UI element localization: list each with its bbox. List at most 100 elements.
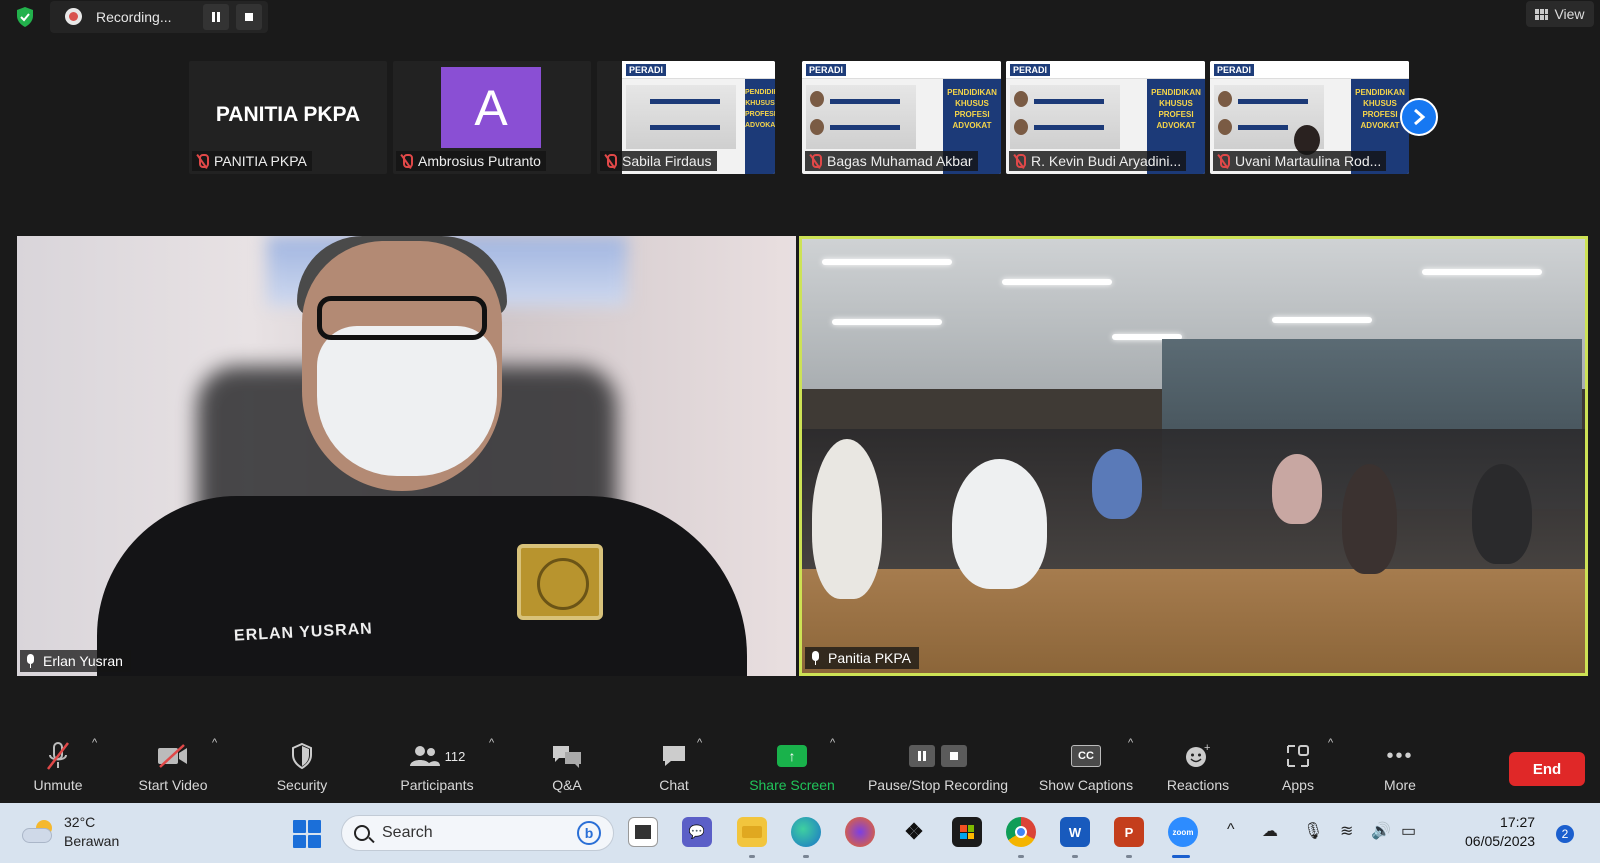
start-video-button[interactable]: Start Video	[132, 727, 214, 793]
qa-button[interactable]: Q&A	[531, 727, 603, 793]
stop-icon	[245, 13, 253, 21]
participant-name: Uvani Martaulina Rod...	[1235, 153, 1382, 169]
edge-browser-icon[interactable]	[791, 817, 821, 847]
more-dots-icon: •••	[1386, 744, 1414, 767]
audience-person	[1272, 454, 1322, 524]
search-placeholder: Search	[382, 824, 433, 841]
microsoft-store-icon[interactable]	[952, 817, 982, 847]
participant-name-tag: R. Kevin Budi Aryadini...	[1009, 151, 1187, 171]
grid-view-icon	[1535, 8, 1549, 20]
participant-name-tag: PANITIA PKPA	[192, 151, 312, 171]
wifi-icon[interactable]: ≋	[1340, 821, 1353, 841]
battery-icon[interactable]: ▭	[1401, 821, 1416, 841]
reactions-button[interactable]: + Reactions	[1160, 727, 1236, 793]
task-view-icon[interactable]	[628, 817, 658, 847]
captions-options-caret[interactable]: ^	[1128, 737, 1133, 749]
next-page-button[interactable]	[1400, 98, 1438, 136]
clock-time: 17:27	[1500, 814, 1536, 830]
start-video-label: Start Video	[138, 777, 208, 793]
participant-thumbnail[interactable]: PANITIA PKPA PANITIA PKPA	[189, 61, 387, 174]
mic-muted-icon	[400, 154, 413, 168]
participants-button[interactable]: 112 Participants	[392, 727, 482, 793]
meeting-controls-bar: Unmute ^ Start Video ^ Security 112 Part…	[0, 727, 1600, 803]
participants-options-caret[interactable]: ^	[489, 737, 494, 749]
top-bar: Recording... View	[0, 0, 1600, 34]
notification-badge[interactable]: 2	[1556, 825, 1574, 843]
apps-button[interactable]: Apps	[1262, 727, 1334, 793]
unmute-button[interactable]: Unmute	[22, 727, 94, 793]
video-off-icon	[158, 744, 187, 768]
shield-check-icon[interactable]	[14, 6, 36, 28]
participant-name-tag: Bagas Muhamad Akbar	[805, 151, 978, 171]
zoom-icon[interactable]: zoom	[1168, 817, 1198, 847]
chat-options-caret[interactable]: ^	[697, 737, 702, 749]
share-screen-icon: ↑	[777, 745, 807, 767]
reactions-label: Reactions	[1166, 777, 1230, 793]
end-meeting-button[interactable]: End	[1509, 752, 1585, 786]
windows-start-icon[interactable]	[293, 820, 321, 848]
partly-cloudy-icon	[22, 820, 56, 844]
apps-icon	[1287, 745, 1309, 767]
participant-thumbnail[interactable]: PERADI PENDIDIKAN KHUSUS PROFESI ADVOKAT…	[1006, 61, 1205, 174]
volume-icon[interactable]: 🔊	[1371, 821, 1391, 841]
powerpoint-icon[interactable]: P	[1114, 817, 1144, 847]
audience-person	[1472, 464, 1532, 564]
apps-options-caret[interactable]: ^	[1328, 737, 1333, 749]
firefox-icon[interactable]	[845, 817, 875, 847]
participant-display-name: PANITIA PKPA	[215, 103, 361, 126]
participant-thumbnail[interactable]: PERADI PENDIDIKAN KHUSUS PROFESI ADVOKAT…	[802, 61, 1001, 174]
participant-name-tag: Erlan Yusran	[20, 650, 131, 672]
participant-name-tag: Ambrosius Putranto	[396, 151, 546, 171]
recording-indicator: Recording...	[50, 1, 268, 33]
video-options-caret[interactable]: ^	[212, 737, 217, 749]
stop-recording-button[interactable]	[236, 4, 262, 30]
ceiling-light	[1002, 279, 1112, 285]
mic-muted-icon	[1217, 154, 1230, 168]
search-icon	[354, 825, 370, 841]
participants-label: Participants	[400, 777, 474, 793]
participants-count: 112	[444, 748, 466, 764]
participant-thumbnail[interactable]: PERADI PENDIDIKAN KHUSUS PROFESI ADVOKAT…	[597, 61, 775, 174]
file-explorer-icon[interactable]	[737, 817, 767, 847]
security-button[interactable]: Security	[266, 727, 338, 793]
participant-thumbnail[interactable]: A Ambrosius Putranto	[393, 61, 591, 174]
video-tile-panitia-pkpa[interactable]: Panitia PKPA	[799, 236, 1588, 676]
security-label: Security	[276, 777, 328, 793]
microphone-icon[interactable]: 🎙	[1303, 821, 1323, 841]
onedrive-icon[interactable]: ☁	[1262, 821, 1278, 841]
mic-icon	[811, 651, 820, 665]
chrome-icon[interactable]	[1006, 817, 1036, 847]
pause-icon	[909, 745, 935, 767]
dropbox-icon[interactable]: ❖	[899, 817, 929, 847]
weather-widget[interactable]: 32°C Berawan	[22, 813, 119, 851]
system-clock[interactable]: 17:27 06/05/2023	[1465, 813, 1535, 851]
pause-recording-button[interactable]	[203, 4, 229, 30]
participant-name: R. Kevin Budi Aryadini...	[1031, 153, 1182, 169]
pause-stop-recording-button[interactable]: Pause/Stop Recording	[858, 727, 1018, 793]
view-button[interactable]: View	[1526, 1, 1594, 27]
show-captions-button[interactable]: CC Show Captions	[1034, 727, 1138, 793]
bing-icon[interactable]: b	[577, 821, 601, 845]
share-screen-label: Share Screen	[749, 777, 835, 793]
participant-thumbnail[interactable]: PERADI PENDIDIKAN KHUSUS PROFESI ADVOKAT…	[1210, 61, 1409, 174]
chat-icon	[663, 746, 685, 766]
share-screen-button[interactable]: ↑ Share Screen	[742, 727, 842, 793]
participant-name-tag: Sabila Firdaus	[600, 151, 717, 171]
audience-person	[1342, 464, 1397, 574]
participant-name: Panitia PKPA	[828, 650, 912, 666]
share-options-caret[interactable]: ^	[830, 737, 835, 749]
qa-icon	[553, 746, 581, 768]
windows-taskbar: 32°C Berawan Search b 💬 ❖ W P zoom ^ ☁ 🎙…	[0, 803, 1600, 863]
audio-options-caret[interactable]: ^	[92, 737, 97, 749]
participant-name: Erlan Yusran	[43, 653, 123, 669]
show-hidden-icons-chevron-icon[interactable]: ^	[1227, 821, 1235, 839]
participant-name: Bagas Muhamad Akbar	[827, 153, 973, 169]
teams-chat-icon[interactable]: 💬	[682, 817, 712, 847]
recording-label: Recording...	[96, 9, 172, 25]
taskbar-search[interactable]: Search b	[341, 815, 614, 851]
clock-date: 06/05/2023	[1465, 833, 1536, 849]
poster-brand: PERADI	[1010, 64, 1051, 76]
word-icon[interactable]: W	[1060, 817, 1090, 847]
more-button[interactable]: ••• More	[1366, 727, 1434, 794]
video-tile-erlan-yusran[interactable]: ERLAN YUSRAN Erlan Yusran	[17, 236, 796, 676]
